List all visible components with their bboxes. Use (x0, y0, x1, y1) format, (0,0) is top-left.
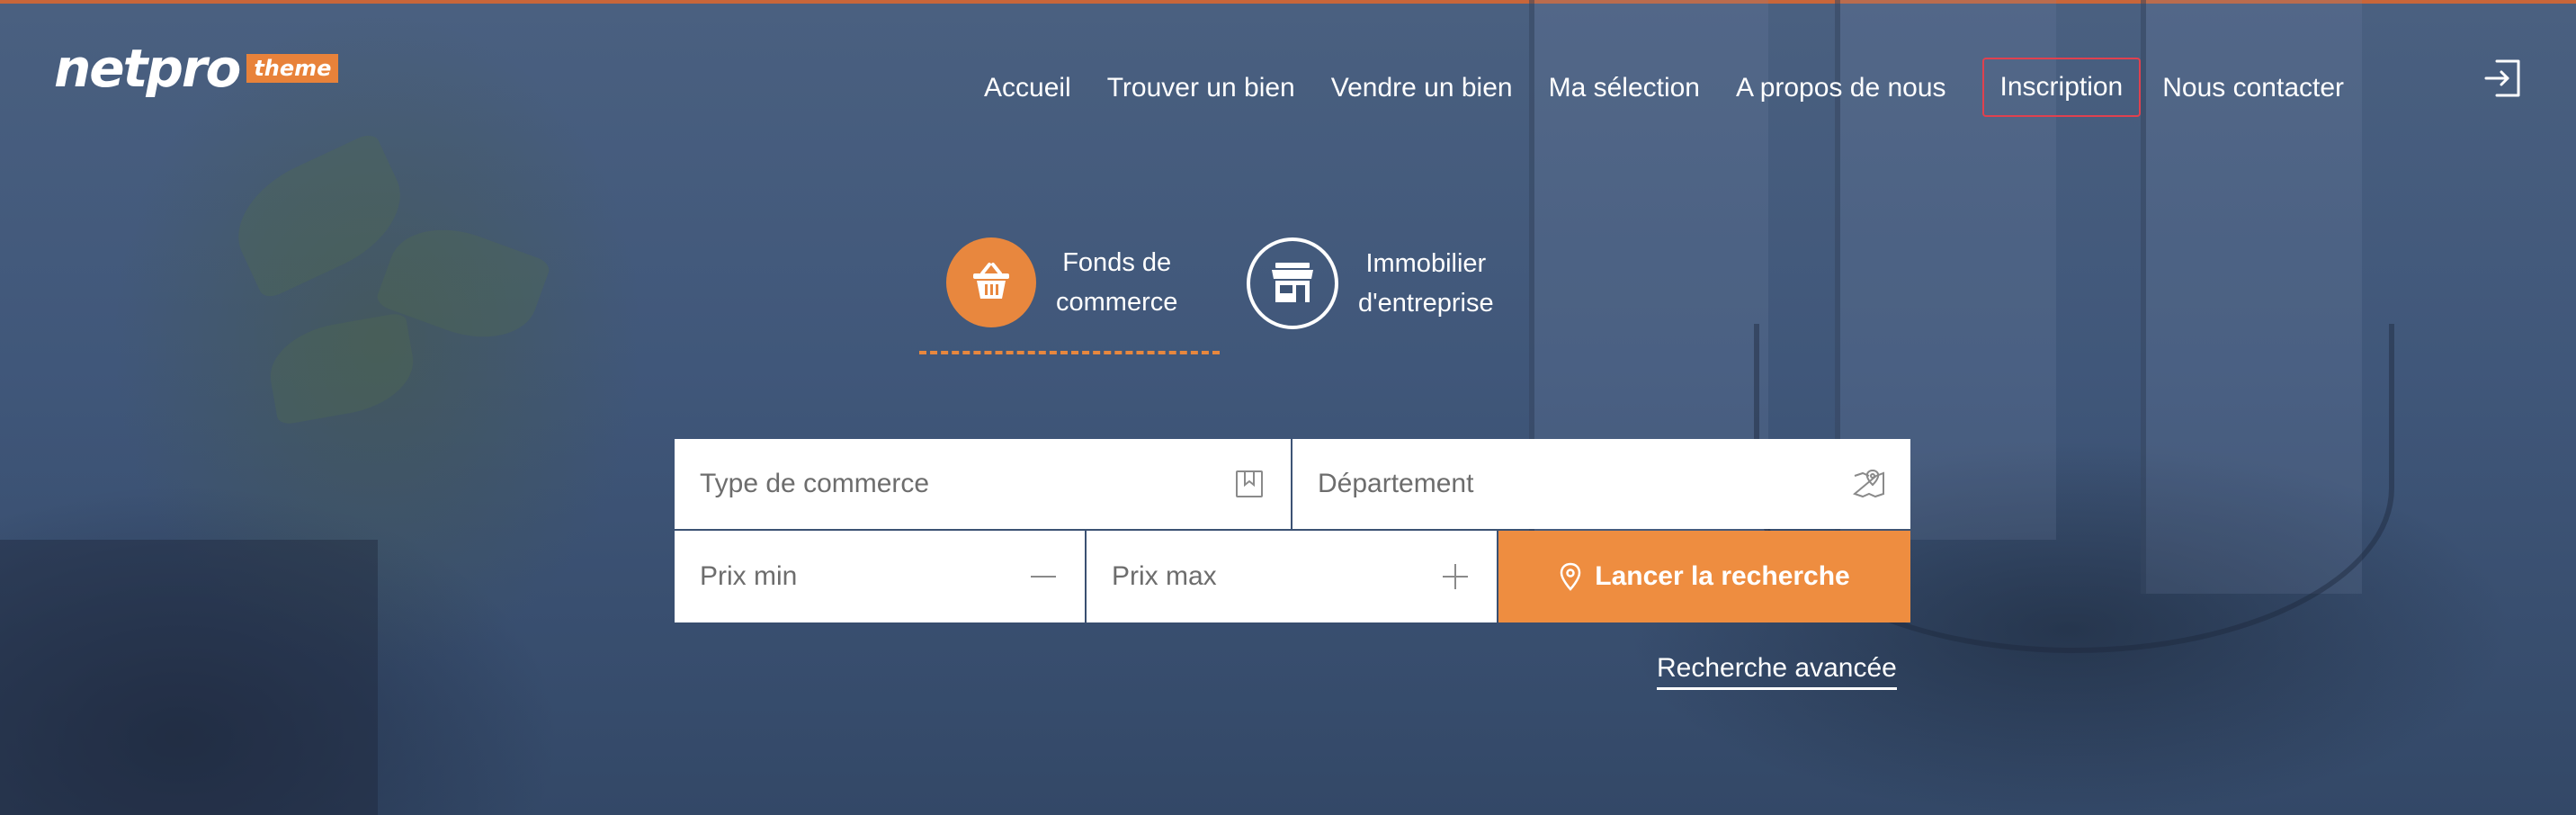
minus-icon (1027, 560, 1060, 593)
nav-item-trouver-un-bien[interactable]: Trouver un bien (1107, 73, 1295, 103)
location-pin-icon (1559, 562, 1582, 591)
map-pin-icon (1853, 468, 1885, 500)
nav-item-inscription[interactable]: Inscription (1981, 58, 2142, 117)
lancer-la-recherche-button[interactable]: Lancer la recherche (1498, 531, 1910, 622)
logo-tag: theme (246, 54, 339, 83)
prix-min-input[interactable]: Prix min (675, 531, 1085, 622)
tab-label-line: Fonds de (1062, 248, 1172, 277)
nav-item-vendre-un-bien[interactable]: Vendre un bien (1331, 73, 1513, 103)
tab-label-line: Immobilier (1365, 249, 1487, 278)
hero-background (0, 0, 2576, 815)
search-form: Type de commerce Département Prix min Pr… (675, 439, 1910, 622)
site-logo[interactable]: netpro theme (54, 38, 339, 103)
bookmark-icon (1233, 468, 1266, 500)
type-de-commerce-input[interactable]: Type de commerce (675, 439, 1291, 529)
tab-label-line: d'entreprise (1358, 289, 1494, 318)
tab-label-line: commerce (1056, 288, 1178, 317)
lancer-la-recherche-label: Lancer la recherche (1595, 561, 1850, 591)
prix-max-placeholder: Prix max (1112, 561, 1217, 591)
tab-immobilier-entreprise[interactable]: Immobilier d'entreprise (1247, 237, 1494, 329)
tab-fonds-de-commerce[interactable]: Fonds de commerce (946, 237, 1177, 327)
nav-item-accueil[interactable]: Accueil (984, 73, 1071, 103)
nav-item-nous-contacter[interactable]: Nous contacter (2162, 73, 2344, 103)
background-sofa (0, 540, 378, 815)
recherche-avancee-link[interactable]: Recherche avancée (1657, 653, 1897, 690)
active-tab-indicator (919, 351, 1220, 354)
background-plant-leaf (263, 311, 421, 426)
storefront-icon (1247, 237, 1338, 329)
type-de-commerce-placeholder: Type de commerce (700, 469, 930, 498)
departement-input[interactable]: Département (1292, 439, 1910, 529)
sign-in-icon[interactable] (2479, 54, 2527, 103)
prix-min-placeholder: Prix min (700, 561, 798, 591)
plus-icon (1439, 560, 1471, 593)
tab-label: Immobilier d'entreprise (1358, 244, 1494, 323)
logo-wordmark: netpro (54, 38, 241, 99)
main-navigation: Accueil Trouver un bien Vendre un bien M… (984, 58, 2380, 117)
nav-item-ma-selection[interactable]: Ma sélection (1549, 73, 1700, 103)
tab-label: Fonds de commerce (1056, 243, 1177, 322)
basket-icon (946, 237, 1036, 327)
departement-placeholder: Département (1318, 469, 1474, 498)
nav-item-a-propos[interactable]: A propos de nous (1736, 73, 1946, 103)
prix-max-input[interactable]: Prix max (1087, 531, 1497, 622)
